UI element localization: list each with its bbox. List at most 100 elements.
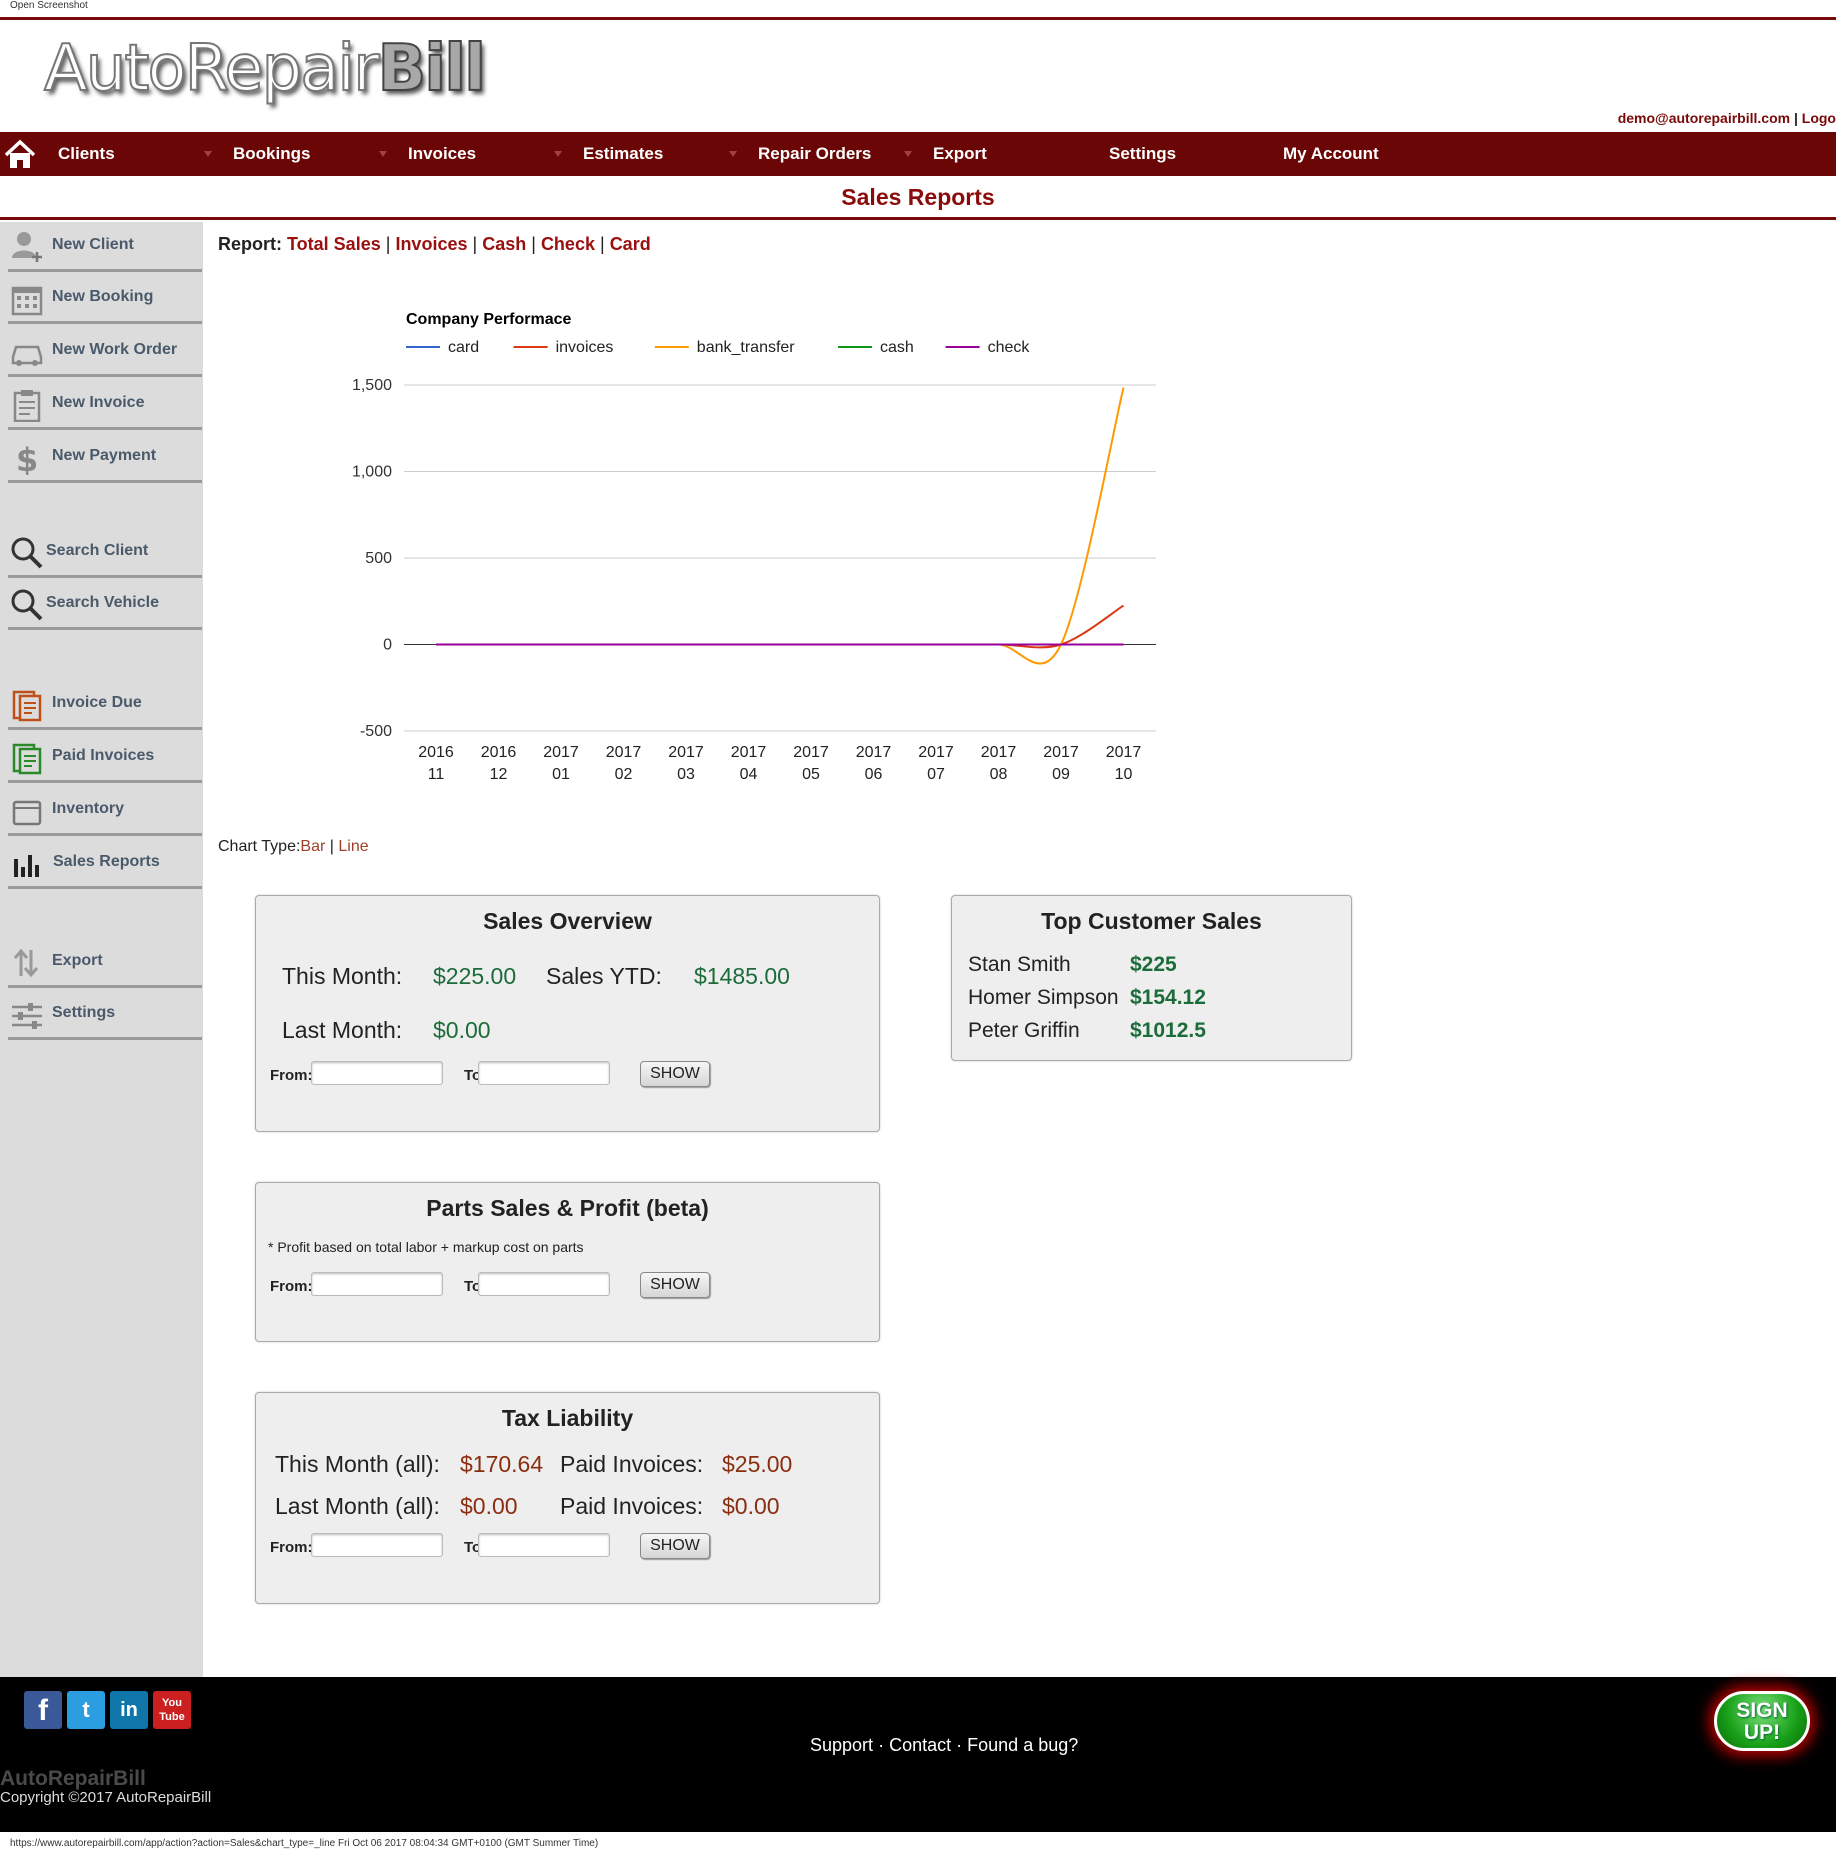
tax-to-date-input[interactable] xyxy=(478,1533,610,1557)
status-bar: https://www.autorepairbill.com/app/actio… xyxy=(0,1832,1836,1852)
parts-sales-title: Parts Sales & Profit (beta) xyxy=(426,1195,709,1221)
svg-text:$: $ xyxy=(16,441,38,475)
y-tick-label: 1,500 xyxy=(352,377,392,394)
bookings-dropdown-icon[interactable] xyxy=(379,151,387,157)
from-label: From: xyxy=(270,1539,313,1556)
sidebar-item-new-client[interactable]: New Client xyxy=(8,222,202,272)
sales-overview-panel: Sales Overview This Month: $225.00 Sales… xyxy=(255,895,880,1132)
sidebar-item-new-invoice[interactable]: New Invoice xyxy=(8,380,202,430)
tax-this-paid-label: Paid Invoices: xyxy=(560,1451,704,1477)
parts-from-date-input[interactable] xyxy=(311,1272,443,1296)
report-label: Report: xyxy=(218,234,282,254)
tax-show-button[interactable]: SHOW xyxy=(640,1533,710,1559)
chart-type-bar-link[interactable]: Bar xyxy=(300,838,325,855)
estimates-dropdown-icon[interactable] xyxy=(729,151,737,157)
footer: f t in You Tube Support · Contact · Foun… xyxy=(0,1677,1836,1832)
company-performance-chart: Company Performace card invoices bank_trans… xyxy=(352,311,1156,783)
chart-type-line-link[interactable]: Line xyxy=(338,838,368,855)
report-separator: | xyxy=(385,234,391,254)
report-link-cash[interactable]: Cash xyxy=(482,234,526,254)
home-icon[interactable] xyxy=(4,137,36,171)
report-link-invoices[interactable]: Invoices xyxy=(395,234,467,254)
account-email-link[interactable]: demo@autorepairbill.com xyxy=(1618,110,1790,126)
x-tick-label-year: 2017 xyxy=(1106,744,1142,761)
tax-liability-title: Tax Liability xyxy=(501,1405,634,1431)
tax-liability-panel: Tax Liability This Month (all): $170.64 … xyxy=(255,1392,880,1604)
nav-repair-orders[interactable]: Repair Orders xyxy=(758,132,871,176)
report-bug-link[interactable]: Found a bug? xyxy=(967,1735,1078,1755)
sidebar-item-settings[interactable]: Settings xyxy=(8,990,202,1040)
tax-last-paid-label: Paid Invoices: xyxy=(560,1493,704,1519)
sidebar-item-search-vehicle[interactable]: Search Vehicle xyxy=(8,580,202,630)
parts-show-button[interactable]: SHOW xyxy=(640,1272,710,1298)
footer-brand: AutoRepairBill xyxy=(0,1767,146,1790)
x-tick-label-year: 2017 xyxy=(856,744,892,761)
report-separator: | xyxy=(472,234,478,254)
invoices-dropdown-icon[interactable] xyxy=(554,151,562,157)
nav-export[interactable]: Export xyxy=(933,132,987,176)
sidebar-item-export[interactable]: Export xyxy=(8,938,202,988)
app-logo[interactable]: AutoRepairBill xyxy=(43,31,487,107)
page-title: Sales Reports xyxy=(841,184,995,210)
nav-settings[interactable]: Settings xyxy=(1109,132,1176,176)
report-selector: Report: Total Sales | Invoices | Cash | … xyxy=(218,234,651,255)
search-icon xyxy=(11,589,43,621)
sidebar-item-paid-invoices[interactable]: Paid Invoices xyxy=(8,733,202,783)
facebook-icon[interactable]: f xyxy=(24,1691,62,1729)
sales-from-date-input[interactable] xyxy=(311,1061,443,1085)
repair-orders-dropdown-icon[interactable] xyxy=(904,151,912,157)
customer-name: Peter Griffin xyxy=(968,1019,1080,1042)
tax-this-paid-value: $25.00 xyxy=(722,1451,793,1477)
customer-amount: $1012.5 xyxy=(1130,1019,1206,1042)
footer-links: Support · Contact · Found a bug? xyxy=(810,1735,1078,1756)
sidebar-item-new-work-order[interactable]: New Work Order xyxy=(8,327,202,377)
top-customer-sales-title: Top Customer Sales xyxy=(1041,908,1262,934)
customer-amount: $225 xyxy=(1130,953,1177,976)
x-tick-label-month: 07 xyxy=(927,766,945,783)
sidebar-item-inventory[interactable]: Inventory xyxy=(8,786,202,836)
sales-show-button[interactable]: SHOW xyxy=(640,1061,710,1087)
linkedin-icon[interactable]: in xyxy=(110,1691,148,1729)
tax-from-date-input[interactable] xyxy=(311,1533,443,1557)
customer-amount: $154.12 xyxy=(1130,986,1206,1009)
report-link-check[interactable]: Check xyxy=(541,234,595,254)
sidebar-item-invoice-due[interactable]: Invoice Due xyxy=(8,680,202,730)
youtube-icon[interactable]: You Tube xyxy=(153,1691,191,1729)
this-month-value: $225.00 xyxy=(433,963,517,989)
sidebar-item-new-payment[interactable]: $ New Payment xyxy=(8,433,202,483)
nav-my-account[interactable]: My Account xyxy=(1283,132,1379,176)
sidebar-item-label: Invoice Due xyxy=(52,694,142,711)
clients-dropdown-icon[interactable] xyxy=(204,151,212,157)
nav-invoices[interactable]: Invoices xyxy=(408,132,476,176)
x-tick-label-month: 03 xyxy=(677,766,695,783)
sales-ytd-value: $1485.00 xyxy=(694,963,790,989)
nav-clients[interactable]: Clients xyxy=(58,132,115,176)
sidebar-item-new-booking[interactable]: New Booking xyxy=(8,274,202,324)
nav-bookings[interactable]: Bookings xyxy=(233,132,310,176)
contact-link[interactable]: Contact xyxy=(889,1735,951,1755)
dollar-icon: $ xyxy=(16,441,38,475)
sales-to-date-input[interactable] xyxy=(478,1061,610,1085)
signup-button[interactable]: SIGN UP! xyxy=(1714,1691,1810,1751)
header: AutoRepairBill demo@autorepairbill.com |… xyxy=(0,20,1836,132)
sidebar-item-sales-reports[interactable]: Sales Reports xyxy=(8,839,202,889)
sidebar-item-search-client[interactable]: Search Client xyxy=(8,528,202,578)
logo-text-main: AutoRepair xyxy=(43,31,380,107)
signup-line1: SIGN xyxy=(1736,1699,1788,1722)
this-month-label: This Month: xyxy=(282,963,403,989)
sliders-icon xyxy=(12,1003,42,1029)
car-icon xyxy=(11,345,43,366)
sales-ytd-label: Sales YTD: xyxy=(546,963,662,989)
report-link-card[interactable]: Card xyxy=(610,234,651,254)
nav-estimates[interactable]: Estimates xyxy=(583,132,663,176)
sidebar-item-label: Paid Invoices xyxy=(52,747,155,764)
footer-link-separator: · xyxy=(956,1735,963,1755)
report-link-total-sales[interactable]: Total Sales xyxy=(287,234,381,254)
sidebar-item-label: New Booking xyxy=(52,288,154,305)
logout-link[interactable]: Logo xyxy=(1802,110,1836,126)
last-month-label: Last Month: xyxy=(282,1017,403,1043)
y-tick-label: -500 xyxy=(360,723,392,740)
support-link[interactable]: Support xyxy=(810,1735,873,1755)
twitter-icon[interactable]: t xyxy=(67,1691,105,1729)
parts-to-date-input[interactable] xyxy=(478,1272,610,1296)
